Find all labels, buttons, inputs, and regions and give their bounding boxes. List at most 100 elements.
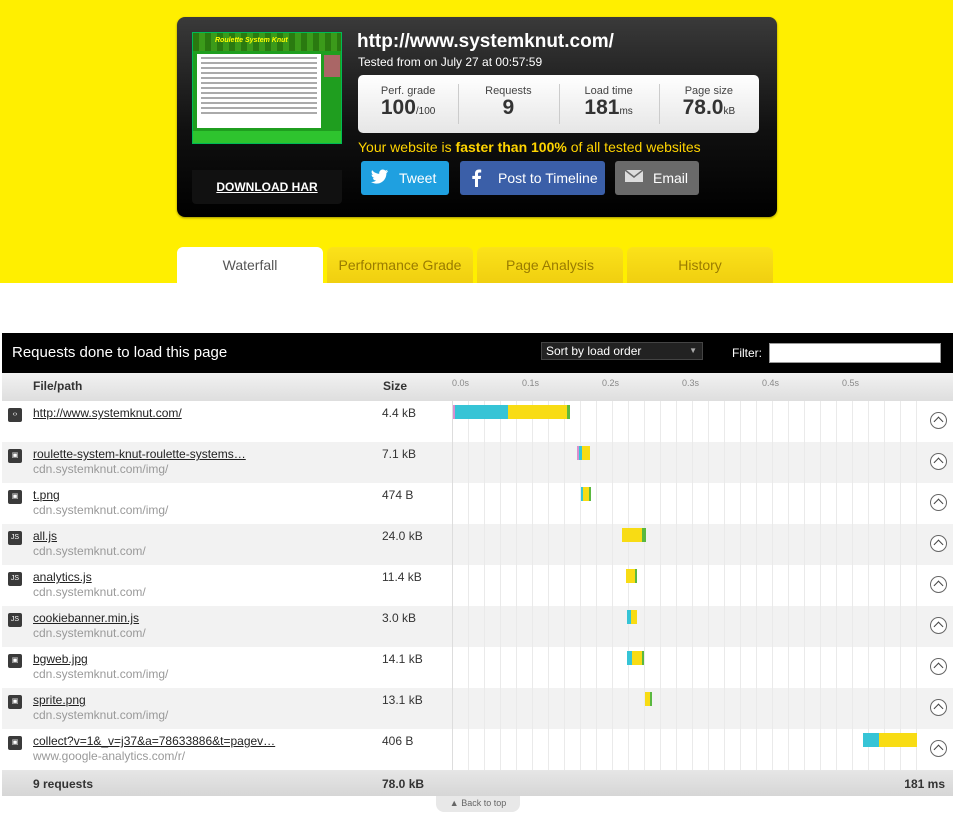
tab-page-analysis[interactable]: Page Analysis — [477, 247, 623, 283]
expand-row-icon[interactable] — [930, 576, 947, 593]
timing-segment — [455, 405, 509, 419]
request-file-name[interactable]: http://www.systemknut.com/ — [33, 406, 182, 420]
site-thumbnail: Roulette System Knut — [192, 32, 342, 144]
table-row[interactable]: JS analytics.js cdn.systemknut.com/11.4 kB — [2, 565, 953, 606]
table-row[interactable]: ▣ sprite.png cdn.systemknut.com/img/13.1 k… — [2, 688, 953, 729]
timeline-tick: 0.4s — [762, 378, 780, 388]
thumbnail-footer — [193, 131, 341, 143]
expand-row-icon[interactable] — [930, 658, 947, 675]
timeline-tick: 0.5s — [842, 378, 860, 388]
request-host: cdn.systemknut.com/img/ — [33, 667, 169, 681]
timing-segment — [635, 569, 638, 583]
timing-segment — [589, 487, 591, 501]
request-timeline — [452, 729, 922, 770]
js-file-icon: JS — [8, 572, 22, 586]
expand-row-icon[interactable] — [930, 412, 947, 429]
image-file-icon: ▣ — [8, 449, 22, 463]
expand-row-icon[interactable] — [930, 699, 947, 716]
timing-segment — [632, 651, 642, 665]
requests-list: ‹› http://www.systemknut.com/4.4 kB ▣ roule… — [2, 401, 953, 770]
request-file-name[interactable]: collect?v=1&_v=j37&a=78633886&t=pagev… — [33, 734, 275, 748]
request-timeline — [452, 483, 922, 524]
sort-select[interactable]: Sort by load order ▼ — [541, 342, 703, 360]
timing-segment — [641, 528, 646, 542]
twitter-bird-icon — [371, 169, 388, 184]
thumbnail-image — [324, 55, 340, 77]
timing-segment — [581, 446, 590, 460]
tab-history[interactable]: History — [627, 247, 773, 283]
image-file-icon: ▣ — [8, 736, 22, 750]
thumbnail-body — [197, 54, 321, 128]
thumbnail-title: Roulette System Knut — [215, 37, 288, 44]
request-timeline — [452, 606, 922, 647]
request-host: cdn.systemknut.com/img/ — [33, 503, 169, 517]
email-button[interactable]: Email — [615, 161, 699, 195]
request-file-name[interactable]: t.png — [33, 488, 60, 502]
request-host: www.google-analytics.com/r/ — [33, 749, 186, 763]
stat-perf-grade: Perf. grade 100/100 — [380, 85, 436, 119]
filter-input[interactable] — [769, 343, 941, 363]
tested-url: http://www.systemknut.com/ — [357, 31, 614, 52]
request-timeline — [452, 688, 922, 729]
request-file-name[interactable]: bgweb.jpg — [33, 652, 88, 666]
download-har-link[interactable]: DOWNLOAD HAR — [192, 170, 342, 204]
table-row[interactable]: ‹› http://www.systemknut.com/4.4 kB — [2, 401, 953, 442]
envelope-icon — [625, 169, 643, 182]
timing-segment — [649, 692, 653, 706]
requests-header: Requests done to load this page Sort by … — [2, 333, 953, 373]
facebook-post-button[interactable]: Post to Timeline — [460, 161, 605, 195]
column-file-path: File/path — [33, 379, 83, 393]
timeline-tick: 0.0s — [452, 378, 470, 388]
stats-box: Perf. grade 100/100 Requests 9 Load time… — [358, 75, 759, 133]
expand-row-icon[interactable] — [930, 535, 947, 552]
timing-segment — [641, 651, 644, 665]
faster-message: Your website is faster than 100% of all … — [358, 139, 701, 155]
stat-page-size: Page size 78.0kB — [658, 75, 759, 133]
request-file-name[interactable]: cookiebanner.min.js — [33, 611, 139, 625]
tab-performance-grade[interactable]: Performance Grade — [327, 247, 473, 283]
request-file-name[interactable]: analytics.js — [33, 570, 92, 584]
request-file-name[interactable]: all.js — [33, 529, 57, 543]
table-row[interactable]: ▣ roulette-system-knut-roulette-systems… c… — [2, 442, 953, 483]
table-row[interactable]: ▣ t.png cdn.systemknut.com/img/474 B — [2, 483, 953, 524]
column-size: Size — [383, 379, 408, 393]
hero-section: Roulette System Knut DOWNLOAD HAR http:/… — [0, 0, 953, 283]
table-row[interactable]: ▣ bgweb.jpg cdn.systemknut.com/img/14.1 kB — [2, 647, 953, 688]
caret-down-icon: ▼ — [689, 346, 697, 355]
table-row[interactable]: JS cookiebanner.min.js cdn.systemknut.com/… — [2, 606, 953, 647]
tab-waterfall[interactable]: Waterfall — [177, 247, 323, 283]
table-row[interactable]: JS all.js cdn.systemknut.com/24.0 kB — [2, 524, 953, 565]
js-file-icon: JS — [8, 613, 22, 627]
back-to-top-link[interactable]: ▲ Back to top — [436, 796, 520, 812]
expand-row-icon[interactable] — [930, 453, 947, 470]
total-requests: 9 requests — [33, 777, 94, 791]
stat-load-time: Load time 181ms — [558, 75, 659, 133]
request-file-name[interactable]: sprite.png — [33, 693, 86, 707]
request-host: cdn.systemknut.com/ — [33, 544, 146, 558]
request-size: 11.4 kB — [382, 570, 422, 584]
column-header: File/path Size 0.0s 0.1s 0.2s 0.3s 0.4s … — [2, 373, 953, 401]
request-file-name[interactable]: roulette-system-knut-roulette-systems… — [33, 447, 246, 461]
expand-row-icon[interactable] — [930, 740, 947, 757]
image-file-icon: ▣ — [8, 695, 22, 709]
timing-segment — [621, 528, 642, 542]
timing-segment — [879, 733, 917, 747]
table-row[interactable]: ▣ collect?v=1&_v=j37&a=78633886&t=pagev… w… — [2, 729, 953, 770]
request-size: 13.1 kB — [382, 693, 423, 707]
timing-segment — [625, 569, 636, 583]
html-file-icon: ‹› — [8, 408, 22, 422]
request-size: 7.1 kB — [382, 447, 417, 461]
filter-label: Filter: — [732, 346, 762, 360]
request-host: cdn.systemknut.com/ — [33, 626, 146, 640]
timing-segment — [567, 405, 570, 419]
image-file-icon: ▣ — [8, 654, 22, 668]
arrow-up-icon: ▲ — [449, 798, 462, 808]
tweet-button[interactable]: Tweet — [361, 161, 449, 195]
tested-time: Tested from on July 27 at 00:57:59 — [358, 55, 543, 69]
request-timeline — [452, 565, 922, 606]
request-host: cdn.systemknut.com/img/ — [33, 462, 169, 476]
expand-row-icon[interactable] — [930, 494, 947, 511]
request-size: 3.0 kB — [382, 611, 417, 625]
request-size: 14.1 kB — [382, 652, 423, 666]
expand-row-icon[interactable] — [930, 617, 947, 634]
